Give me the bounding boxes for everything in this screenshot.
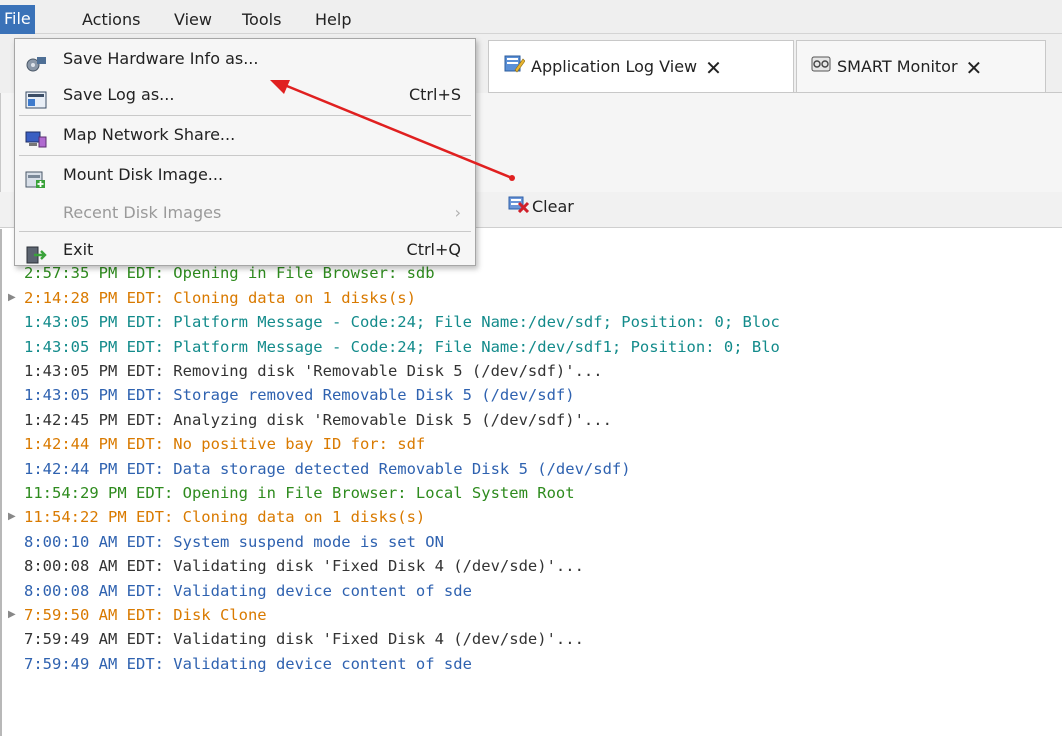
menu-separator (19, 155, 471, 156)
menu-item-label: Recent Disk Images (63, 203, 222, 222)
log-entry: 11:54:22 PM EDT: Cloning data on 1 disks… (24, 508, 426, 527)
network-share-icon (25, 126, 47, 148)
log-entry: 2:14:28 PM EDT: Cloning data on 1 disks(… (24, 288, 416, 307)
save-log-icon (25, 86, 47, 109)
menu-separator (19, 115, 471, 116)
log-entry: 1:43:05 PM EDT: Removing disk 'Removable… (24, 362, 603, 380)
log-entry: 1:42:44 PM EDT: Data storage detected Re… (24, 459, 631, 478)
log-entry: 8:00:08 AM EDT: Validating device conten… (24, 581, 472, 600)
menu-mount-disk-image[interactable]: Mount Disk Image... (19, 157, 471, 193)
file-menu-dropdown: Save Hardware Info as... Save Log as... … (14, 38, 476, 266)
tab-smart-monitor[interactable]: SMART Monitor ✕ (796, 40, 1046, 92)
close-icon[interactable]: ✕ (705, 56, 722, 80)
log-entry: 7:59:49 AM EDT: Validating disk 'Fixed D… (24, 630, 584, 649)
smart-monitor-icon (811, 42, 831, 94)
menu-exit[interactable]: Exit Ctrl+Q (19, 232, 471, 268)
menu-save-log[interactable]: Save Log as... Ctrl+S (19, 77, 471, 113)
log-entry: 8:00:08 AM EDT: Validating disk 'Fixed D… (24, 557, 584, 576)
log-entry: 1:43:05 PM EDT: Platform Message - Code:… (24, 313, 780, 332)
clear-icon (508, 195, 530, 221)
log-entry: 7:59:49 AM EDT: Validating device conten… (24, 654, 472, 673)
hardware-info-icon (25, 50, 46, 72)
log-entry: 8:00:10 AM EDT: System suspend mode is s… (24, 532, 444, 551)
expand-chevron-icon[interactable]: ▶ (8, 292, 16, 303)
log-entry: 1:42:45 PM EDT: Analyzing disk 'Removabl… (24, 410, 612, 429)
log-view-icon (503, 42, 526, 94)
expand-chevron-icon[interactable]: ▶ (8, 511, 16, 522)
menu-item-label: Save Hardware Info as... (63, 49, 259, 68)
menu-tools[interactable]: Tools (238, 6, 285, 34)
menu-item-label: Mount Disk Image... (63, 165, 224, 184)
menu-actions[interactable]: Actions (78, 6, 144, 34)
menu-item-label: Exit (63, 240, 94, 259)
menubar: File Actions View Tools Help (0, 0, 1062, 35)
exit-icon (25, 241, 47, 264)
expand-chevron-icon[interactable]: ▶ (8, 609, 16, 620)
close-icon[interactable]: ✕ (966, 56, 983, 80)
menu-help[interactable]: Help (311, 6, 355, 34)
tab-label: Application Log View (531, 57, 698, 76)
menu-file[interactable]: File (0, 5, 35, 35)
menu-item-shortcut: Ctrl+Q (406, 240, 461, 259)
mount-disk-icon (25, 166, 45, 188)
menu-item-shortcut: Ctrl+S (408, 85, 461, 104)
menu-item-label: Save Log as... (63, 85, 175, 104)
tab-application-log-view[interactable]: Application Log View ✕ (488, 40, 794, 92)
submenu-chevron-icon: › (454, 203, 461, 222)
log-entry: 1:43:05 PM EDT: Platform Message - Code:… (24, 337, 780, 356)
tab-label: SMART Monitor (837, 57, 958, 76)
log-entry: 7:59:50 AM EDT: Disk Clone (24, 606, 267, 624)
log-entry: 1:43:05 PM EDT: Storage removed Removabl… (24, 386, 575, 405)
clear-label: Clear (532, 197, 574, 216)
menu-view[interactable]: View (170, 6, 216, 34)
menu-recent-disk-images[interactable]: Recent Disk Images › (19, 195, 471, 231)
menu-save-hardware-info[interactable]: Save Hardware Info as... (19, 41, 471, 77)
menu-map-network-share[interactable]: Map Network Share... (19, 117, 471, 153)
menu-item-label: Map Network Share... (63, 125, 236, 144)
clear-button[interactable]: Clear (508, 194, 574, 220)
log-entry: 1:42:44 PM EDT: No positive bay ID for: … (24, 435, 426, 454)
log-entry: 11:54:29 PM EDT: Opening in File Browser… (24, 484, 575, 502)
application-log[interactable]: 2:57:35 PM EDT: Opening in File Browser:… (0, 229, 1062, 736)
